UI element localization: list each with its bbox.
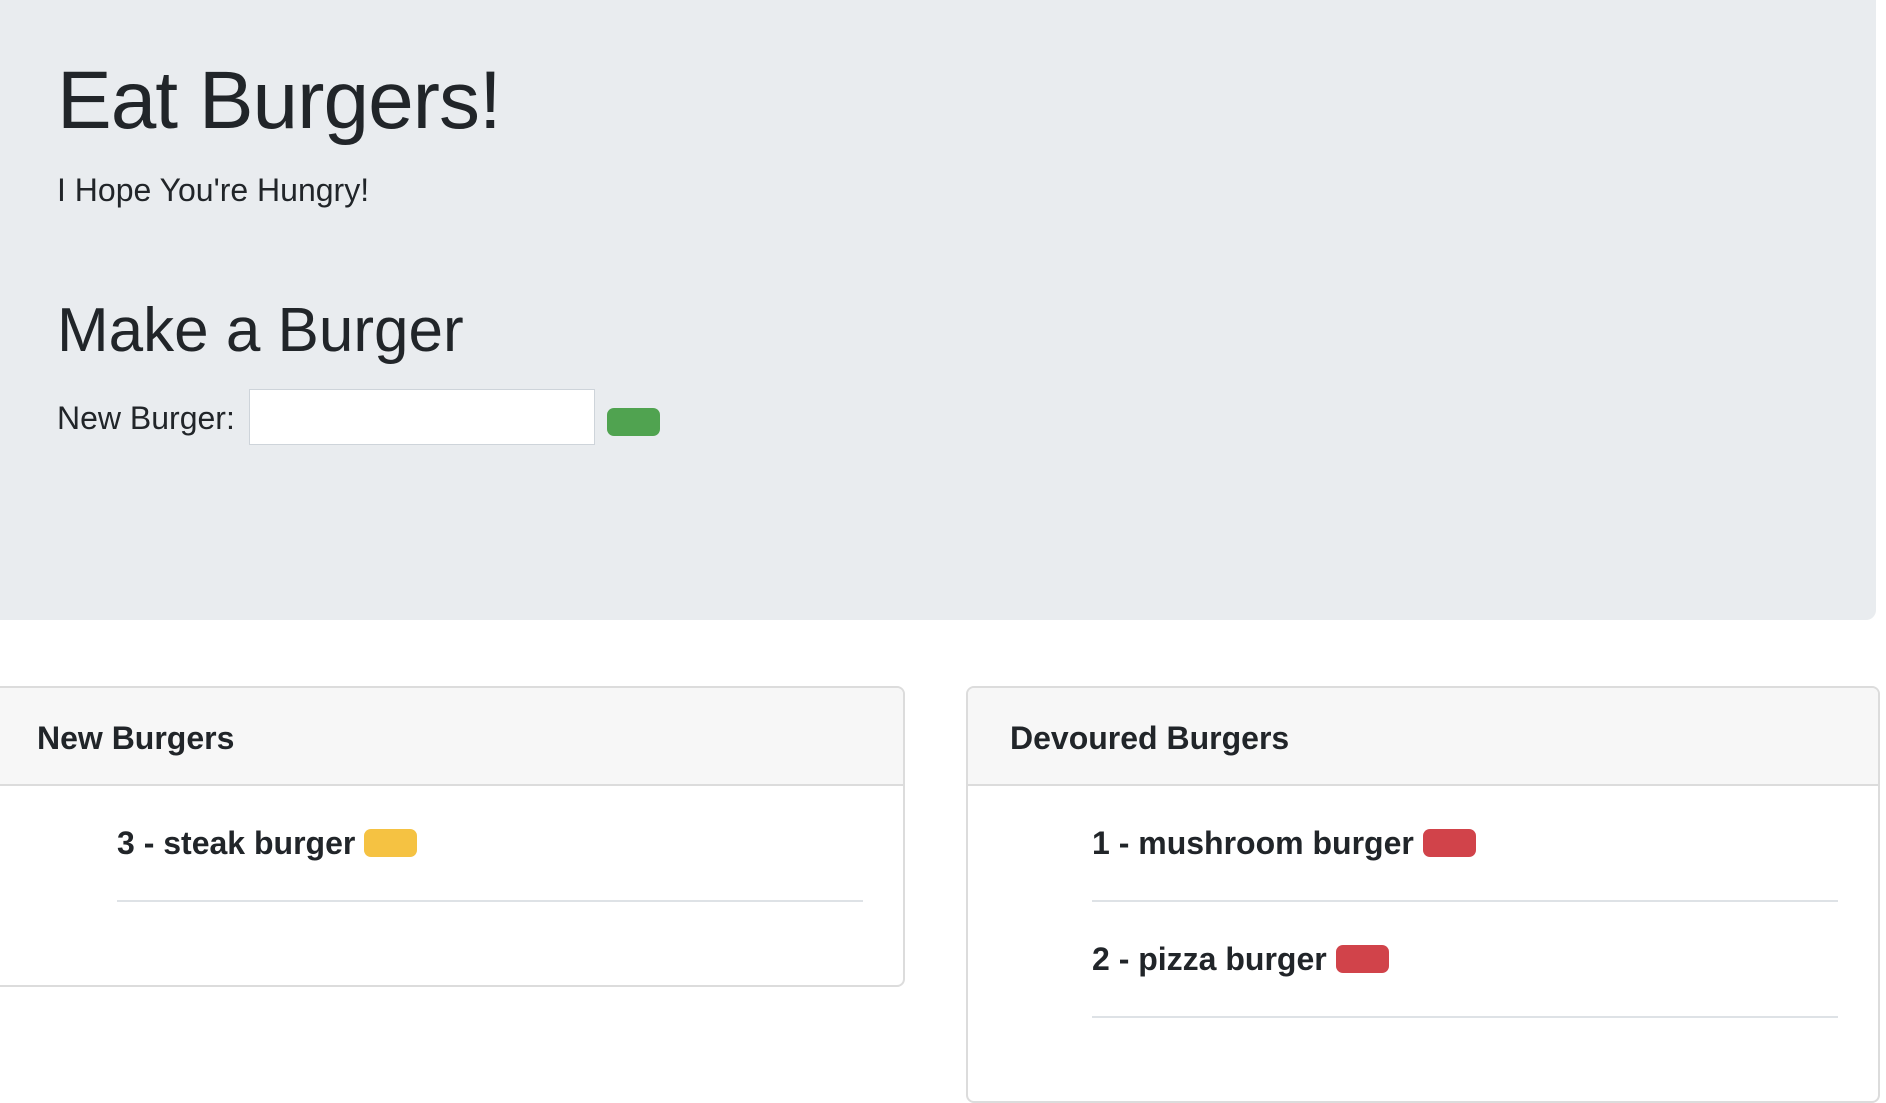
list-item: 2 - pizza burger: [1092, 902, 1838, 1018]
list-item: 1 - mushroom burger: [1092, 786, 1838, 902]
new-burgers-card: New Burgers 3 - steak burger: [0, 686, 905, 987]
new-burger-input[interactable]: [249, 389, 595, 445]
page-title: Eat Burgers!: [57, 55, 502, 146]
delete-button[interactable]: [1422, 829, 1476, 857]
jumbotron: Eat Burgers! I Hope You're Hungry! Make …: [0, 0, 1876, 620]
new-burgers-title: New Burgers: [37, 720, 235, 756]
page-subtitle: I Hope You're Hungry!: [57, 172, 370, 208]
devoured-burgers-title: Devoured Burgers: [1010, 720, 1290, 756]
burger-name: 2 - pizza burger: [1092, 941, 1327, 977]
burger-name: 1 - mushroom burger: [1092, 825, 1414, 861]
delete-button[interactable]: [1335, 945, 1389, 973]
new-burgers-list: 3 - steak burger: [0, 786, 903, 902]
new-burgers-card-header: New Burgers: [0, 688, 903, 786]
burger-name: 3 - steak burger: [117, 825, 356, 861]
devoured-burgers-card: Devoured Burgers 1 - mushroom burger 2 -…: [966, 686, 1880, 1103]
make-burger-heading: Make a Burger: [57, 296, 464, 365]
new-burger-label: New Burger:: [57, 400, 235, 436]
add-burger-button[interactable]: [607, 408, 660, 436]
devour-button[interactable]: [364, 829, 418, 857]
devoured-burgers-list: 1 - mushroom burger 2 - pizza burger: [968, 786, 1878, 1018]
list-item: 3 - steak burger: [117, 786, 863, 902]
devoured-burgers-card-header: Devoured Burgers: [968, 688, 1878, 786]
